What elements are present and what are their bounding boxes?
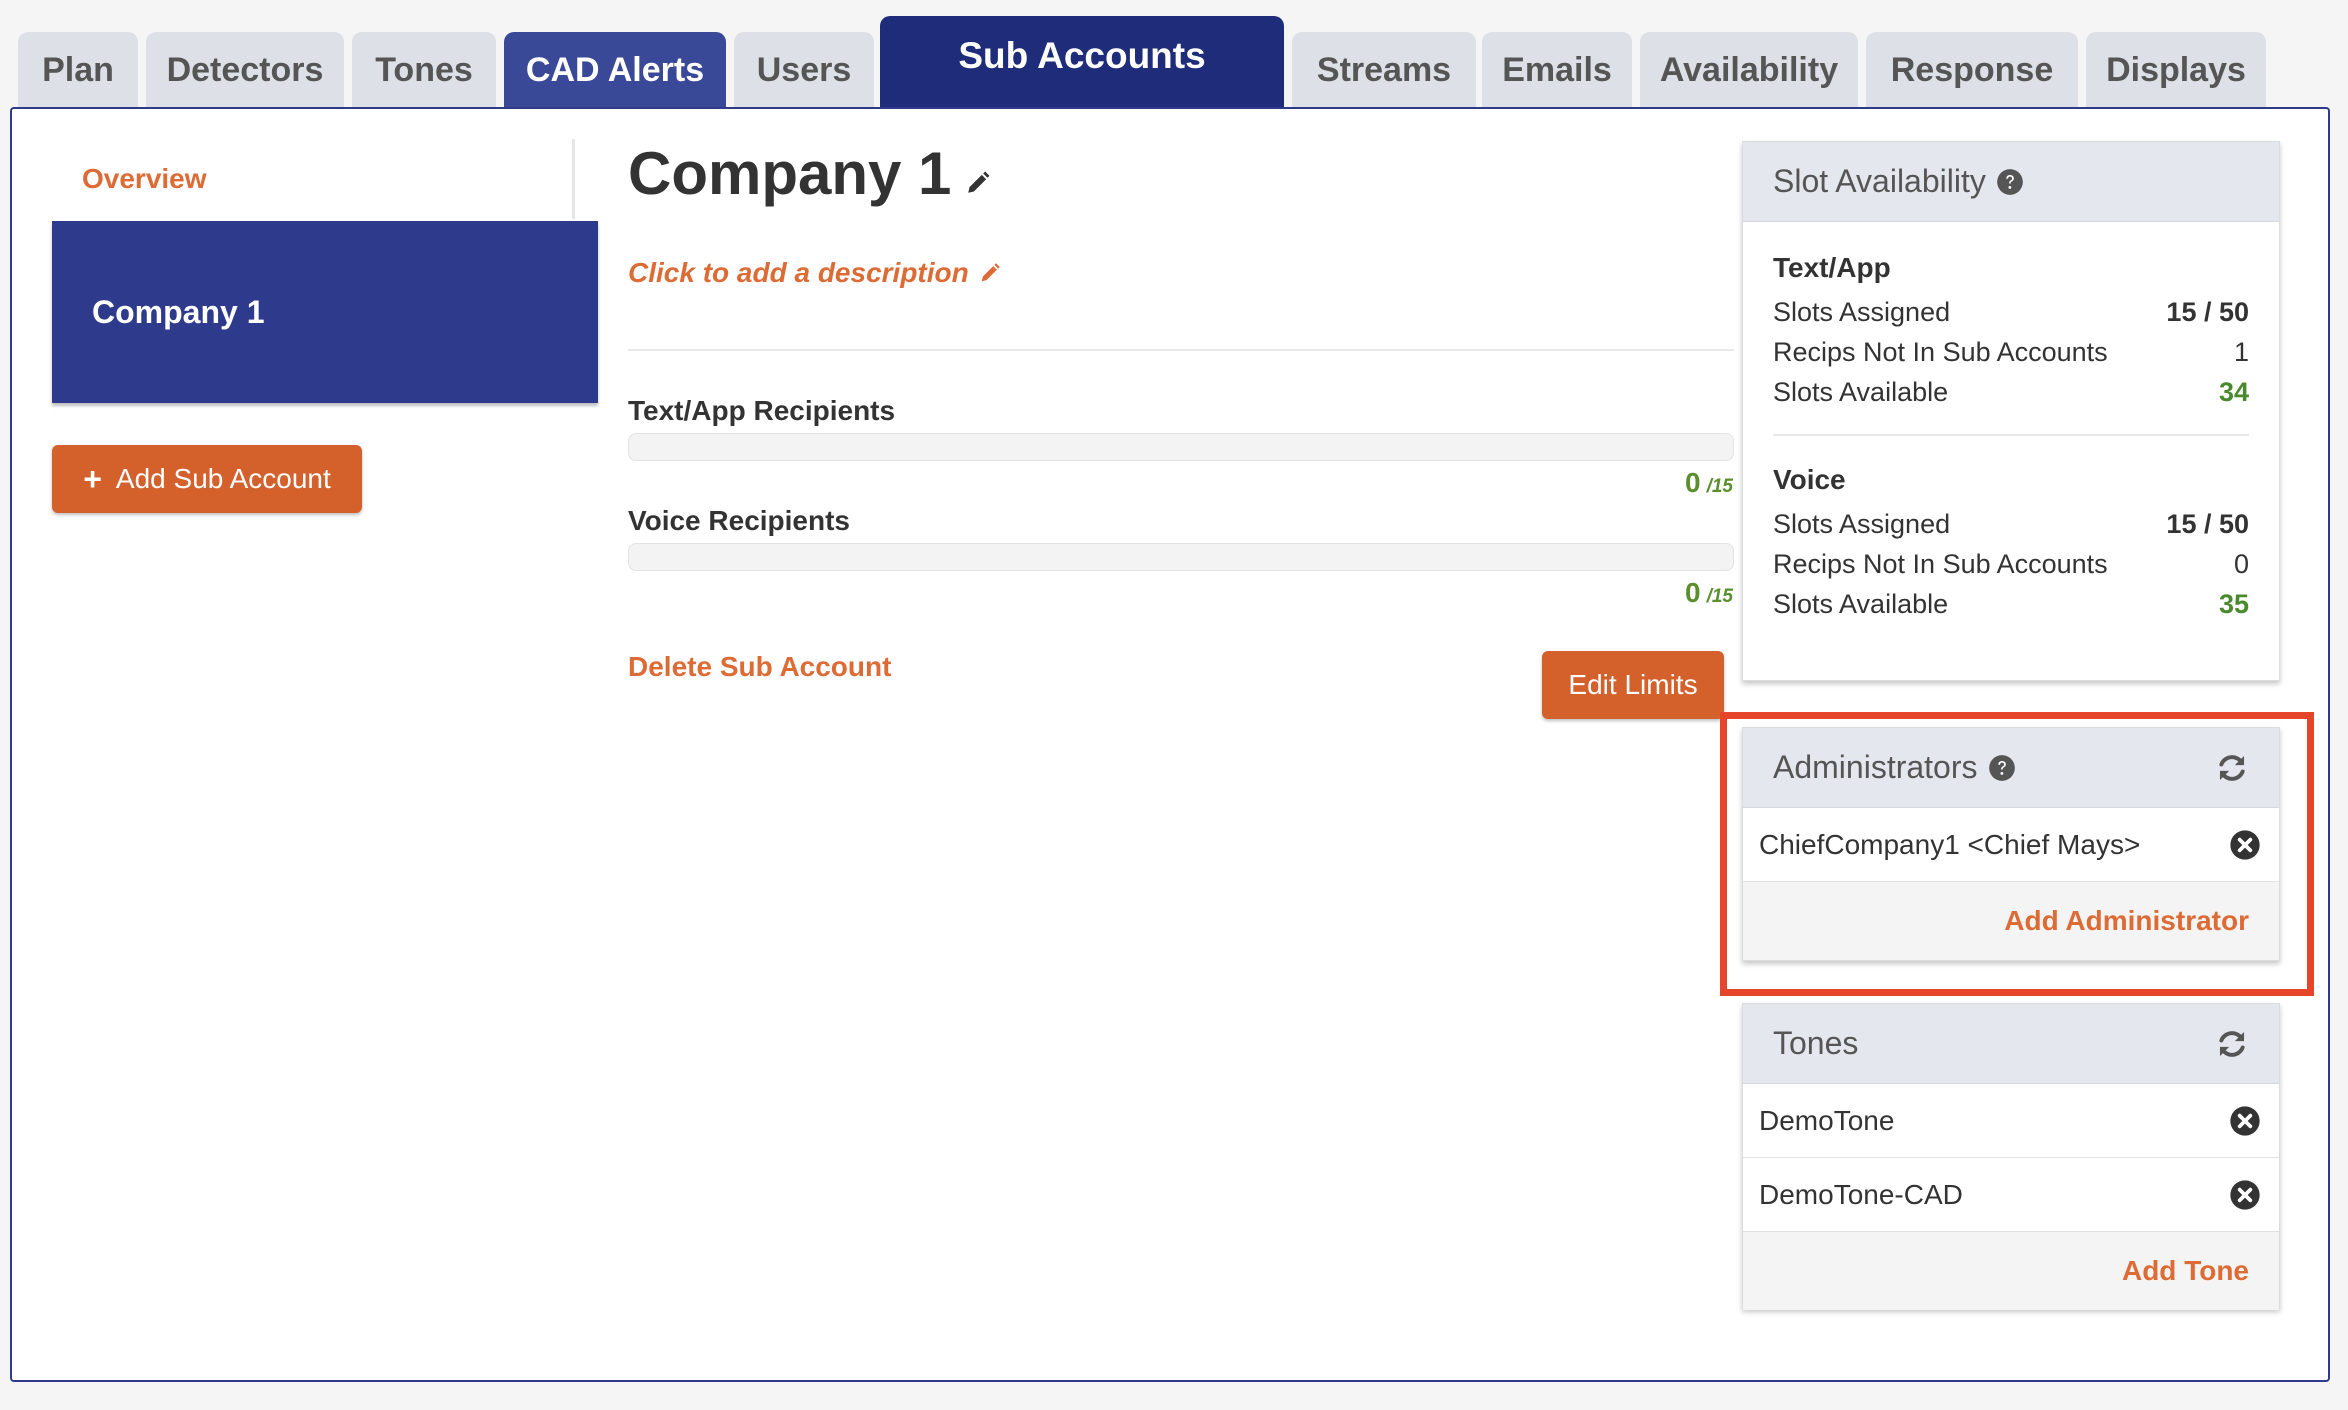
divider [1773, 434, 2249, 436]
voice-recipients-label: Voice Recipients [628, 505, 851, 536]
text-app-recips-not-in-value: 1 [2233, 336, 2249, 367]
voice-recips-not-in-row: Recips Not In Sub Accounts 0 [1773, 548, 2249, 579]
tab-emails[interactable]: Emails [1482, 32, 1632, 108]
text-app-recipients-count: 0/15 [1685, 467, 1733, 498]
tone-list-item: DemoTone-CAD [1743, 1158, 2279, 1232]
sub-accounts-panel: Overview Company 1 + Add Sub Account Com… [10, 107, 2330, 1382]
tab-tones[interactable]: Tones [352, 32, 496, 108]
delete-sub-account-link[interactable]: Delete Sub Account [628, 651, 891, 683]
add-sub-account-button[interactable]: + Add Sub Account [52, 445, 362, 513]
tab-response[interactable]: Response [1866, 32, 2078, 108]
slot-availability-header: Slot Availability [1743, 142, 2279, 222]
slot-availability-card: Slot Availability Text/App Slots Assigne… [1742, 141, 2280, 681]
tones-card: Tones DemoTone DemoTone-CAD Add Tone [1742, 1003, 2280, 1310]
voice-slots-assigned-row: Slots Assigned 15 / 50 [1773, 508, 2249, 539]
text-app-slots-assigned-value: 15 / 50 [2166, 296, 2249, 327]
text-app-recipients-label: Text/App Recipients [628, 395, 896, 426]
sidebar-item-company-1[interactable]: Company 1 [52, 221, 598, 403]
text-app-slots-available-row: Slots Available 34 [1773, 376, 2249, 407]
administrators-footer: Add Administrator [1743, 882, 2279, 960]
text-app-slots-available-value: 34 [2218, 376, 2249, 407]
tab-sub-accounts[interactable]: Sub Accounts [880, 16, 1284, 109]
remove-administrator-icon[interactable] [2229, 829, 2261, 861]
text-app-recips-not-in-row: Recips Not In Sub Accounts 1 [1773, 336, 2249, 367]
voice-slots-available-value: 35 [2218, 588, 2249, 619]
text-app-recipients-progress [628, 433, 1734, 461]
pencil-icon [981, 263, 1000, 282]
administrator-list-item: ChiefCompany1 <Chief Mays> [1743, 808, 2279, 882]
refresh-icon[interactable] [2215, 1027, 2249, 1061]
tones-header: Tones [1743, 1004, 2279, 1084]
tab-plan[interactable]: Plan [18, 32, 138, 108]
add-administrator-link[interactable]: Add Administrator [2004, 905, 2249, 937]
sidebar-item-overview[interactable]: Overview [52, 139, 575, 219]
remove-tone-icon[interactable] [2229, 1105, 2261, 1137]
add-tone-link[interactable]: Add Tone [2122, 1255, 2249, 1287]
text-app-slots-section: Text/App Slots Assigned 15 / 50 Recips N… [1743, 222, 2279, 412]
plus-icon: + [83, 461, 102, 497]
administrators-header: Administrators [1743, 728, 2279, 808]
voice-recipients-progress [628, 543, 1734, 571]
remove-tone-icon[interactable] [2229, 1179, 2261, 1211]
tab-displays[interactable]: Displays [2086, 32, 2266, 108]
add-description-link[interactable]: Click to add a description [628, 257, 1001, 289]
voice-recips-not-in-value: 0 [2233, 548, 2249, 579]
page-title: Company 1 [628, 139, 991, 208]
tab-cad-alerts[interactable]: CAD Alerts [504, 32, 726, 108]
divider [628, 349, 1734, 351]
voice-slots-section: Voice Slots Assigned 15 / 50 Recips Not … [1743, 464, 2279, 624]
edit-limits-button[interactable]: Edit Limits [1542, 651, 1724, 719]
text-app-slots-title: Text/App [1773, 252, 1891, 283]
main-tab-bar: Plan Detectors Tones CAD Alerts Users Su… [0, 0, 2348, 109]
question-circle-icon[interactable] [1996, 168, 2024, 196]
voice-slots-assigned-value: 15 / 50 [2166, 508, 2249, 539]
text-app-slots-assigned-row: Slots Assigned 15 / 50 [1773, 296, 2249, 327]
voice-recipients-count: 0/15 [1685, 577, 1733, 608]
voice-slots-available-row: Slots Available 35 [1773, 588, 2249, 619]
tab-streams[interactable]: Streams [1292, 32, 1476, 108]
tones-footer: Add Tone [1743, 1232, 2279, 1310]
voice-slots-title: Voice [1773, 464, 1846, 495]
tab-users[interactable]: Users [734, 32, 874, 108]
refresh-icon[interactable] [2215, 751, 2249, 785]
tab-detectors[interactable]: Detectors [146, 32, 344, 108]
pencil-icon[interactable] [965, 170, 991, 196]
tab-availability[interactable]: Availability [1640, 32, 1858, 108]
tone-list-item: DemoTone [1743, 1084, 2279, 1158]
question-circle-icon[interactable] [1988, 754, 2016, 782]
administrators-card: Administrators ChiefCompany1 <Chief Mays… [1742, 727, 2280, 961]
